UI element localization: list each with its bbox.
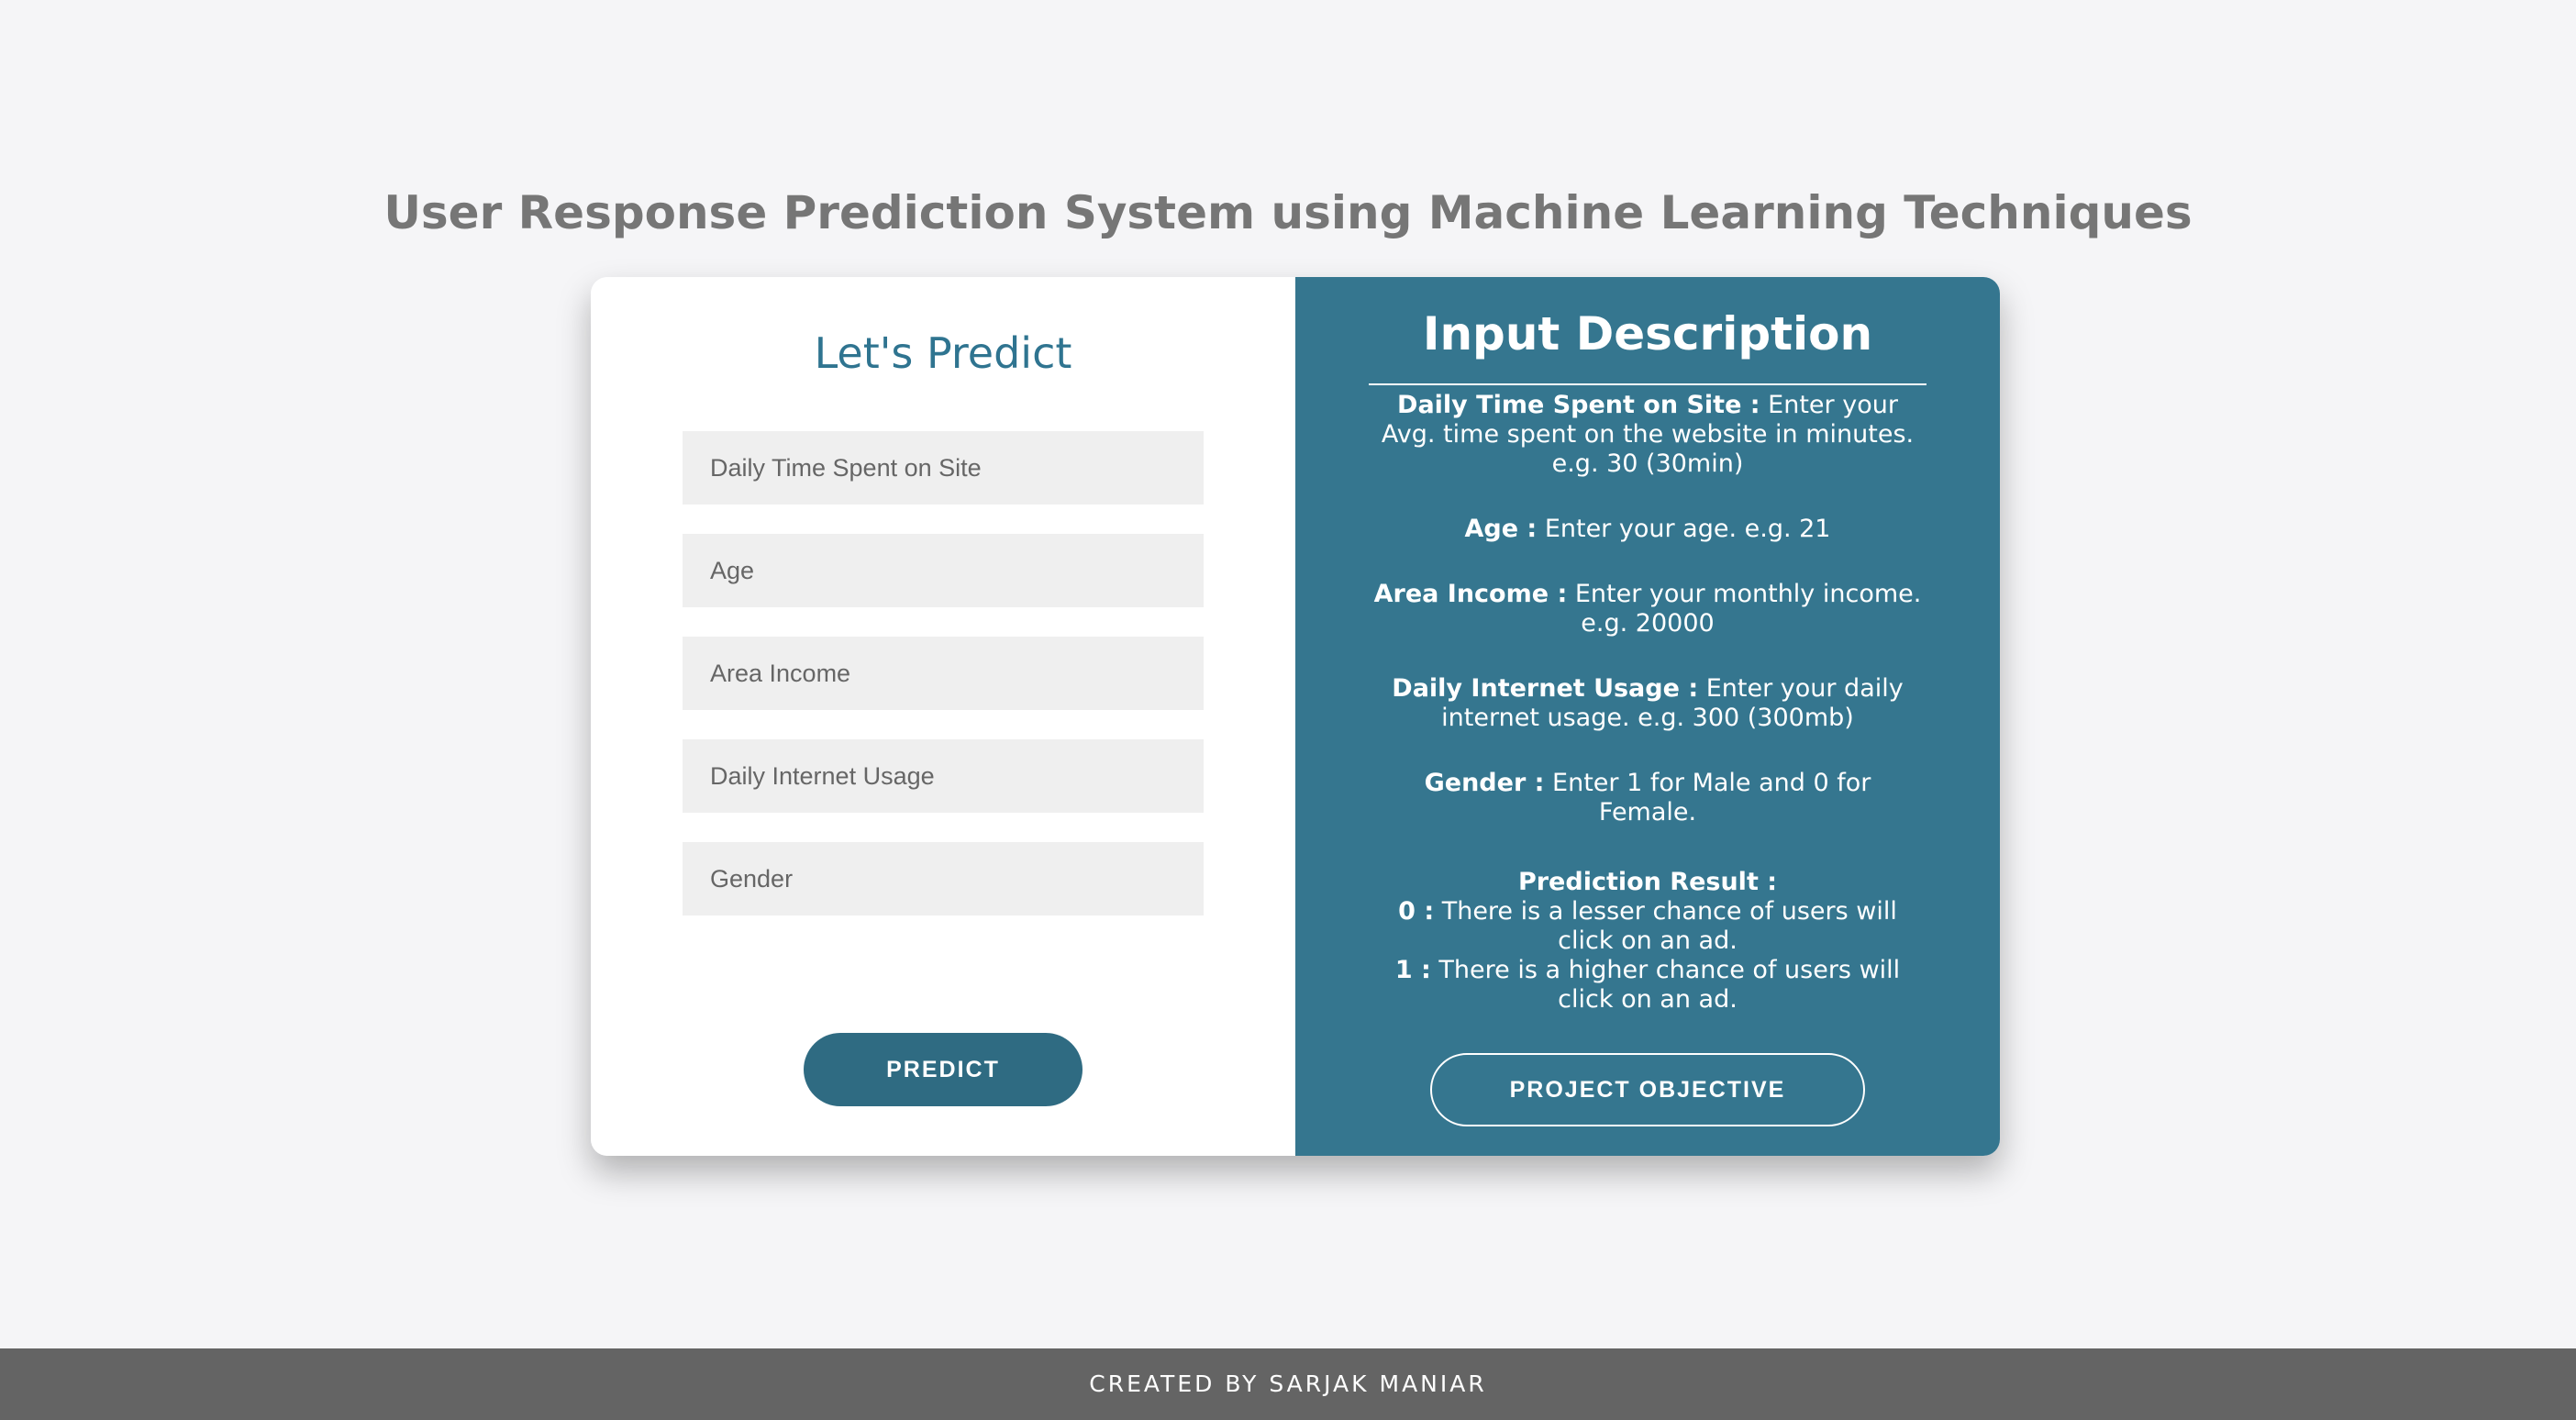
page-title: User Response Prediction System using Ma…: [383, 186, 2193, 239]
description-title: Input Description: [1369, 301, 1926, 385]
description-text: Enter your age. e.g. 21: [1537, 515, 1831, 543]
result-text: There is a lesser chance of users will c…: [1434, 897, 1897, 955]
description-label: Gender :: [1424, 769, 1545, 797]
footer: CREATED BY SARJAK MANIAR: [0, 1348, 2576, 1420]
description-item-gender: Gender : Enter 1 for Male and 0 for Fema…: [1372, 769, 1923, 827]
prediction-card: Let's Predict PREDICT Input Description …: [591, 277, 2000, 1156]
result-line-1: 1 : There is a higher chance of users wi…: [1372, 956, 1923, 1015]
prediction-result-block: Prediction Result : 0 : There is a lesse…: [1372, 868, 1923, 1015]
area-income-input[interactable]: [683, 637, 1204, 710]
daily-time-spent-input[interactable]: [683, 431, 1204, 505]
description-item-daily-time: Daily Time Spent on Site : Enter your Av…: [1372, 391, 1923, 479]
description-label: Age :: [1464, 515, 1538, 543]
form-title: Let's Predict: [814, 328, 1072, 378]
description-list: Daily Time Spent on Site : Enter your Av…: [1372, 391, 1923, 863]
predict-form-panel: Let's Predict PREDICT: [591, 277, 1295, 1156]
project-objective-button[interactable]: PROJECT OBJECTIVE: [1430, 1053, 1865, 1126]
description-text: Enter your monthly income. e.g. 20000: [1567, 580, 1922, 638]
age-input[interactable]: [683, 534, 1204, 607]
description-label: Area Income :: [1373, 580, 1568, 608]
result-label: 0 :: [1398, 897, 1435, 926]
prediction-result-heading: Prediction Result :: [1372, 868, 1923, 897]
daily-internet-usage-input[interactable]: [683, 739, 1204, 813]
predict-button[interactable]: PREDICT: [804, 1033, 1083, 1106]
description-item-internet-usage: Daily Internet Usage : Enter your daily …: [1372, 674, 1923, 733]
description-text: Enter 1 for Male and 0 for Female.: [1544, 769, 1871, 826]
input-description-panel: Input Description Daily Time Spent on Si…: [1295, 277, 2000, 1156]
description-label: Daily Internet Usage :: [1392, 674, 1699, 703]
result-label: 1 :: [1394, 956, 1431, 984]
result-line-0: 0 : There is a lesser chance of users wi…: [1372, 897, 1923, 956]
description-item-age: Age : Enter your age. e.g. 21: [1372, 515, 1923, 544]
description-item-area-income: Area Income : Enter your monthly income.…: [1372, 580, 1923, 638]
gender-input[interactable]: [683, 842, 1204, 915]
result-text: There is a higher chance of users will c…: [1430, 956, 1901, 1014]
result-heading-text: Prediction Result :: [1517, 868, 1778, 896]
description-label: Daily Time Spent on Site :: [1397, 391, 1760, 419]
footer-credit: CREATED BY SARJAK MANIAR: [1089, 1370, 1487, 1397]
